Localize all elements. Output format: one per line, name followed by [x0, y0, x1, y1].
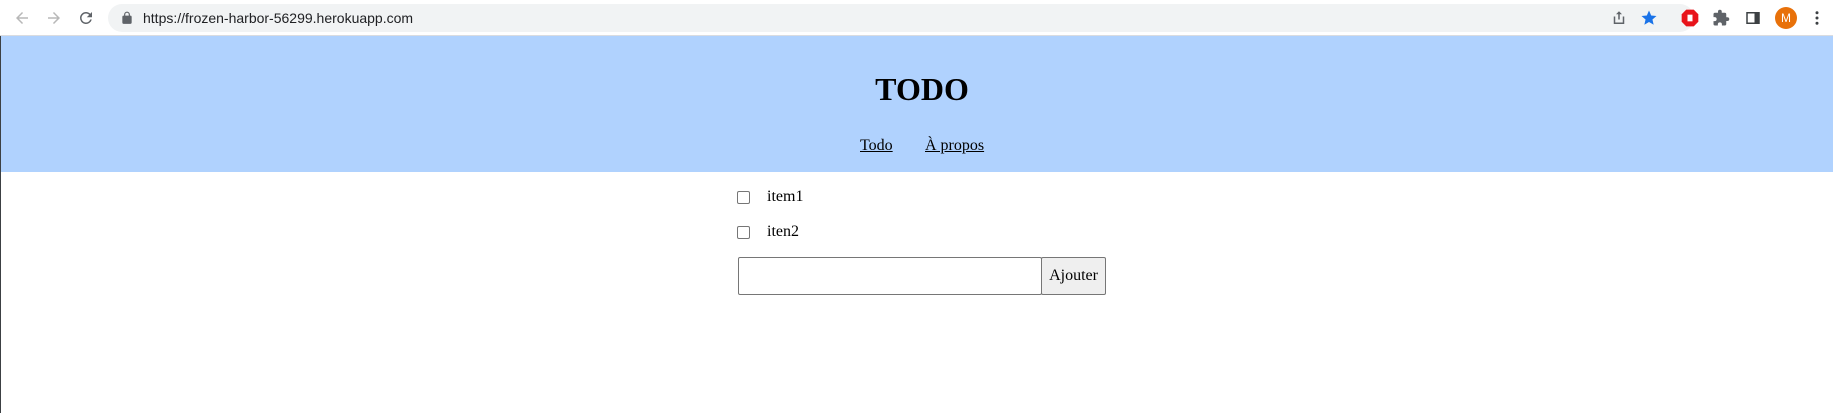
add-button[interactable]: Ajouter: [1041, 257, 1106, 295]
new-todo-input[interactable]: [738, 257, 1042, 295]
profile-avatar[interactable]: M: [1775, 7, 1797, 29]
todo-item: iten2: [737, 222, 799, 242]
address-bar[interactable]: https://frozen-harbor-56299.herokuapp.co…: [108, 4, 1694, 32]
todo-label: iten2: [767, 223, 799, 240]
back-button[interactable]: [8, 4, 36, 32]
extensions-icon: [1713, 9, 1730, 26]
adblock-icon: [1681, 9, 1699, 27]
share-icon[interactable]: [1610, 9, 1628, 27]
todo-checkbox[interactable]: [737, 190, 750, 204]
forward-button[interactable]: [40, 4, 68, 32]
side-panel-icon: [1746, 12, 1760, 24]
browser-menu-button[interactable]: [1806, 7, 1828, 29]
back-icon: [16, 12, 28, 24]
browser-toolbar: https://frozen-harbor-56299.herokuapp.co…: [0, 0, 1833, 36]
reload-button[interactable]: [72, 4, 100, 32]
page-title: TODO: [875, 71, 969, 107]
lock-icon[interactable]: [120, 11, 134, 25]
side-panel-button[interactable]: [1742, 7, 1764, 29]
nav-link-a-propos[interactable]: À propos: [925, 136, 984, 156]
extensions-button[interactable]: [1710, 7, 1732, 29]
url-text[interactable]: https://frozen-harbor-56299.herokuapp.co…: [143, 9, 413, 27]
todo-checkbox[interactable]: [737, 225, 750, 239]
todo-item: item1: [737, 187, 803, 207]
todo-label: item1: [767, 188, 804, 205]
kebab-menu-icon: [1815, 11, 1819, 25]
nav-link-todo[interactable]: Todo: [860, 136, 893, 156]
adblock-extension-button[interactable]: [1679, 7, 1701, 29]
reload-icon: [79, 11, 92, 24]
app-header: TODO Todo À propos: [1, 36, 1833, 172]
forward-icon: [48, 12, 60, 24]
page-content: TODO Todo À propos item1 iten2 Ajouter: [0, 36, 1833, 413]
bookmark-star-icon[interactable]: [1640, 9, 1658, 27]
